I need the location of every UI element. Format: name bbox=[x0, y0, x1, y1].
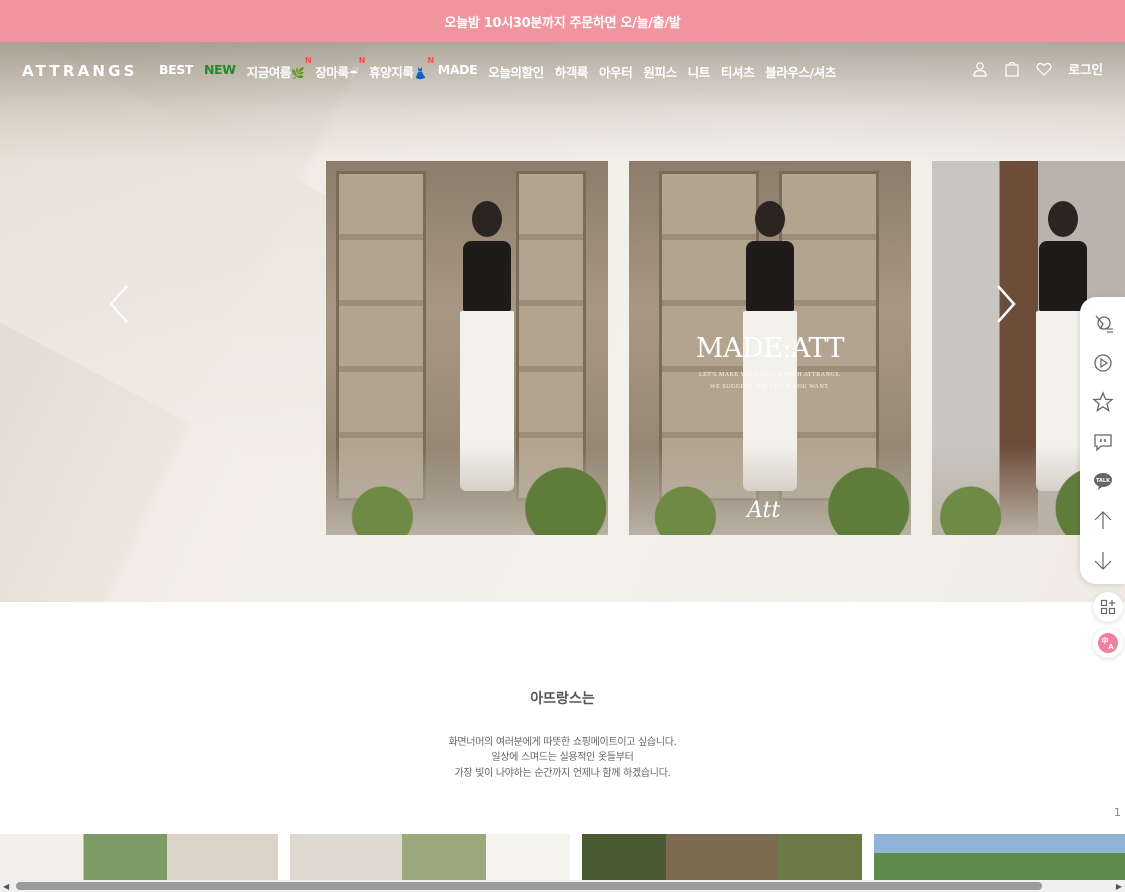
heart-icon[interactable] bbox=[1036, 61, 1052, 77]
chat-icon[interactable] bbox=[1092, 431, 1114, 453]
nav-today-sale[interactable]: 오늘의할인 bbox=[488, 62, 544, 81]
umbrella-icon: ☔ bbox=[348, 67, 359, 80]
scroll-down-icon[interactable] bbox=[1092, 550, 1114, 572]
new-badge: N bbox=[305, 56, 312, 65]
slide-title: MADE:ATT bbox=[695, 333, 845, 364]
promo-text: 오늘밤 10시30분까지 주문하면 오/늘/출/발 bbox=[444, 15, 681, 31]
header-actions: 로그인 bbox=[972, 59, 1103, 78]
horizontal-scrollbar[interactable]: ◀ ▶ bbox=[0, 880, 1125, 892]
nav-guest-look[interactable]: 하객룩 bbox=[555, 62, 589, 81]
dress-icon: 👗 bbox=[413, 67, 427, 80]
about-text-line: 화면너머의 여러분에게 따뜻한 쇼핑메이트이고 싶습니다. bbox=[448, 737, 677, 748]
hero-carousel: MADE:ATT LET'S MAKE YOUR STYLE WITH ATTR… bbox=[0, 42, 1125, 602]
hero-slide-2[interactable]: MADE:ATT LET'S MAKE YOUR STYLE WITH ATTR… bbox=[629, 161, 911, 535]
scrollbar-thumb[interactable] bbox=[16, 882, 1042, 890]
nav-resort-look[interactable]: 휴양지룩👗 N bbox=[369, 56, 434, 81]
live-play-icon[interactable] bbox=[1092, 352, 1114, 374]
carousel-prev-icon[interactable] bbox=[107, 284, 131, 324]
language-translate-button[interactable]: 中 A bbox=[1093, 628, 1123, 658]
carousel-next-icon[interactable] bbox=[994, 284, 1018, 324]
hero-slide-1[interactable] bbox=[326, 161, 608, 535]
recent-view-icon[interactable] bbox=[1092, 312, 1114, 334]
nav-outer[interactable]: 아우터 bbox=[599, 62, 633, 81]
svg-text:A: A bbox=[1108, 643, 1114, 651]
new-badge: N bbox=[358, 56, 366, 65]
app-grid-button[interactable] bbox=[1093, 592, 1123, 622]
scroll-up-icon[interactable] bbox=[1092, 509, 1114, 531]
favorite-star-icon[interactable] bbox=[1092, 391, 1114, 413]
login-link[interactable]: 로그인 bbox=[1068, 59, 1103, 78]
bag-icon[interactable] bbox=[1004, 61, 1020, 77]
nav-blouse-shirts[interactable]: 블라우스/셔츠 bbox=[765, 62, 836, 81]
slider-page-number: 1 bbox=[1114, 806, 1121, 819]
scroll-right-icon[interactable]: ▶ bbox=[1116, 882, 1122, 891]
translate-icon: 中 A bbox=[1098, 633, 1118, 653]
user-icon[interactable] bbox=[972, 61, 988, 77]
site-logo[interactable]: ATTRANGS bbox=[22, 62, 138, 80]
site-header: ATTRANGS BEST NEW 지금여름🌿 N 장마룩☔ N 휴양지룩👗 N MA… bbox=[0, 42, 1125, 100]
about-text-line: 일상에 스며드는 실용적인 옷들부터 bbox=[491, 752, 634, 763]
quick-menu: TALK bbox=[1080, 297, 1125, 584]
lookbook-thumbnail[interactable] bbox=[290, 834, 570, 882]
scroll-left-icon[interactable]: ◀ bbox=[3, 882, 9, 891]
slide-subtitle: LET'S MAKE YOUR STYLE WITH ATTRANGS. WE … bbox=[698, 372, 842, 390]
nav-knit[interactable]: 니트 bbox=[688, 62, 711, 81]
lookbook-thumbnail[interactable] bbox=[874, 834, 1125, 882]
about-text-line: 가장 빛이 나야하는 순간까지 언제나 함께 하겠습니다. bbox=[454, 768, 671, 779]
nav-summer-now[interactable]: 지금여름🌿 N bbox=[247, 56, 312, 81]
leaf-icon: 🌿 bbox=[291, 67, 305, 80]
promo-banner[interactable]: 오늘밤 10시30분까지 주문하면 오/늘/출/발 bbox=[0, 0, 1125, 42]
about-title: 아뜨랑스는 bbox=[530, 691, 595, 707]
slide-signature: Att bbox=[747, 498, 781, 523]
lookbook-thumbnail[interactable] bbox=[0, 834, 278, 882]
nav-made[interactable]: MADE bbox=[438, 62, 478, 81]
main-nav: BEST NEW 지금여름🌿 N 장마룩☔ N 휴양지룩👗 N MADE 오늘의할인 … bbox=[159, 56, 836, 81]
svg-text:TALK: TALK bbox=[1096, 478, 1111, 484]
nav-rainy-look[interactable]: 장마룩☔ N bbox=[315, 56, 365, 81]
lookbook-thumbnail[interactable] bbox=[582, 834, 862, 882]
nav-new[interactable]: NEW bbox=[204, 62, 236, 81]
grid-plus-icon bbox=[1100, 599, 1116, 615]
new-badge: N bbox=[427, 56, 434, 65]
nav-tshirts[interactable]: 티셔츠 bbox=[721, 62, 755, 81]
kakao-talk-icon[interactable]: TALK bbox=[1092, 470, 1114, 492]
nav-onepiece[interactable]: 원피스 bbox=[643, 62, 677, 81]
nav-best[interactable]: BEST bbox=[159, 62, 193, 81]
